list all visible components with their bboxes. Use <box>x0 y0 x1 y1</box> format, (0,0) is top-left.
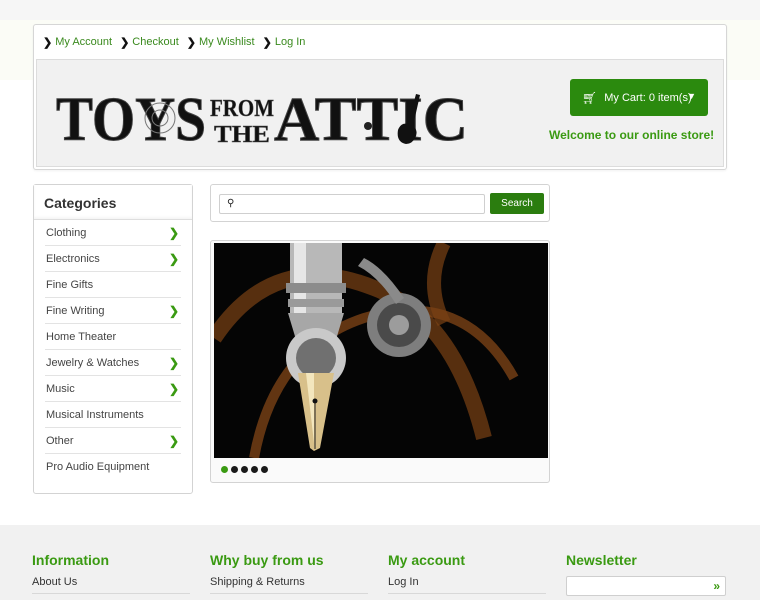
search-field[interactable]: ⚲ <box>219 194 485 214</box>
slider-dot[interactable] <box>231 466 238 473</box>
pen-cap-end-center <box>389 315 409 335</box>
shopping-cart-icon: 🛒︎ <box>582 90 598 105</box>
toplink-log-in[interactable]: ❯ Log In <box>263 36 306 49</box>
newsletter-email-input[interactable] <box>571 578 701 594</box>
category-item[interactable]: Music ❯ <box>45 376 181 402</box>
category-label: Electronics <box>46 252 100 265</box>
logo-toys: TOYS <box>56 86 206 152</box>
toplink-label: My Wishlist <box>199 36 255 48</box>
top-strip <box>0 0 760 20</box>
footer-link-shipping-returns[interactable]: Shipping & Returns <box>210 576 368 588</box>
category-label: Music <box>46 382 75 395</box>
footer-column-why-buy: Why buy from us Shipping & Returns <box>210 552 368 594</box>
category-item[interactable]: Jewelry & Watches ❯ <box>45 350 181 376</box>
search-input[interactable] <box>240 196 480 212</box>
chevron-right-icon: ❯ <box>186 36 196 49</box>
category-label: Jewelry & Watches <box>46 356 140 369</box>
category-label: Home Theater <box>46 330 117 343</box>
category-label: Clothing <box>46 226 87 239</box>
category-label: Other <box>46 434 74 447</box>
category-label: Musical Instruments <box>46 408 144 421</box>
pen-ring <box>288 299 344 307</box>
category-item[interactable]: Electronics ❯ <box>45 246 181 272</box>
pen-section-inner <box>296 338 336 378</box>
header-box: TOYS FROM THE ATTIC 🛒︎ My Cart: 0 item(s… <box>36 59 724 167</box>
chevron-down-icon: ▼ <box>687 91 696 101</box>
search-panel: ⚲ Search <box>210 184 550 222</box>
footer-heading: Information <box>32 552 109 568</box>
toplink-label: Checkout <box>132 36 179 48</box>
footer-column-my-account: My account Log In <box>388 552 546 594</box>
toplink-my-account[interactable]: ❯ My Account <box>43 36 112 49</box>
logo-the: THE <box>214 122 270 148</box>
chevron-right-icon: ❯ <box>120 36 130 49</box>
footer: Information About Us Why buy from us Shi… <box>0 525 760 600</box>
category-item[interactable]: Home Theater <box>45 324 181 350</box>
chevron-right-icon: ❯ <box>43 36 53 49</box>
search-icon: ⚲ <box>227 198 235 209</box>
footer-column-newsletter: Newsletter » <box>566 552 728 596</box>
footer-link-about-us[interactable]: About Us <box>32 576 190 588</box>
header-frame: ❯ My Account ❯ Checkout ❯ My Wishlist ❯ Log … <box>33 24 727 170</box>
footer-heading: Newsletter <box>566 552 637 568</box>
site-logo[interactable]: TOYS FROM THE ATTIC <box>56 76 468 153</box>
category-item[interactable]: Other ❯ <box>45 428 181 454</box>
footer-column-information: Information About Us <box>32 552 190 594</box>
search-button[interactable]: Search <box>490 193 544 214</box>
category-label: Fine Gifts <box>46 278 94 291</box>
chevron-right-icon: ❯ <box>168 303 179 318</box>
top-links: ❯ My Account ❯ Checkout ❯ My Wishlist ❯ Log … <box>34 25 313 59</box>
chevron-right-icon: ❯ <box>168 251 179 266</box>
category-item[interactable]: Clothing ❯ <box>45 220 181 246</box>
cart-button[interactable]: 🛒︎ My Cart: 0 item(s) ▼ <box>570 79 708 116</box>
footer-divider <box>388 593 546 594</box>
category-label: Fine Writing <box>46 304 105 317</box>
footer-divider <box>32 593 190 594</box>
categories-title: Categories <box>34 185 192 220</box>
logo-from: FROM <box>210 96 274 122</box>
pen-ring <box>286 283 346 293</box>
slide-image-fountain-pen[interactable] <box>214 243 548 458</box>
spider-icon <box>364 122 372 130</box>
slider-dot[interactable] <box>261 466 268 473</box>
slider-dot[interactable] <box>221 466 228 473</box>
chevron-right-icon: ❯ <box>168 225 179 240</box>
slider-dots <box>221 466 271 473</box>
footer-link-log-in[interactable]: Log In <box>388 576 546 588</box>
category-label: Pro Audio Equipment <box>46 461 150 473</box>
footer-heading: My account <box>388 552 466 568</box>
categories-list: Clothing ❯ Electronics ❯ Fine Gifts Fine Writ… <box>34 220 192 480</box>
newsletter-field[interactable]: » <box>566 576 726 596</box>
toplink-label: Log In <box>274 36 306 48</box>
slider-dot[interactable] <box>251 466 258 473</box>
logo-attic: ATTIC <box>274 86 468 152</box>
footer-divider <box>210 593 368 594</box>
category-item[interactable]: Fine Gifts <box>45 272 181 298</box>
toplink-checkout[interactable]: ❯ Checkout <box>120 36 179 49</box>
double-chevron-right-icon[interactable]: » <box>713 579 720 593</box>
toplink-label: My Account <box>55 36 113 48</box>
footer-heading: Why buy from us <box>210 552 324 568</box>
image-slider <box>210 240 550 483</box>
category-item[interactable]: Fine Writing ❯ <box>45 298 181 324</box>
chevron-right-icon: ❯ <box>168 381 179 396</box>
chevron-right-icon: ❯ <box>262 36 272 49</box>
categories-panel: Categories Clothing ❯ Electronics ❯ Fine Gif… <box>33 184 193 494</box>
category-item[interactable]: Pro Audio Equipment <box>45 454 181 480</box>
slider-dot[interactable] <box>241 466 248 473</box>
toplink-my-wishlist[interactable]: ❯ My Wishlist <box>187 36 255 49</box>
welcome-message: Welcome to our online store! <box>549 128 715 142</box>
chevron-right-icon: ❯ <box>168 433 179 448</box>
pen-breather-hole <box>312 398 318 404</box>
chevron-right-icon: ❯ <box>168 355 179 370</box>
cart-label: My Cart: 0 item(s) <box>604 91 692 104</box>
category-item[interactable]: Musical Instruments <box>45 402 181 428</box>
